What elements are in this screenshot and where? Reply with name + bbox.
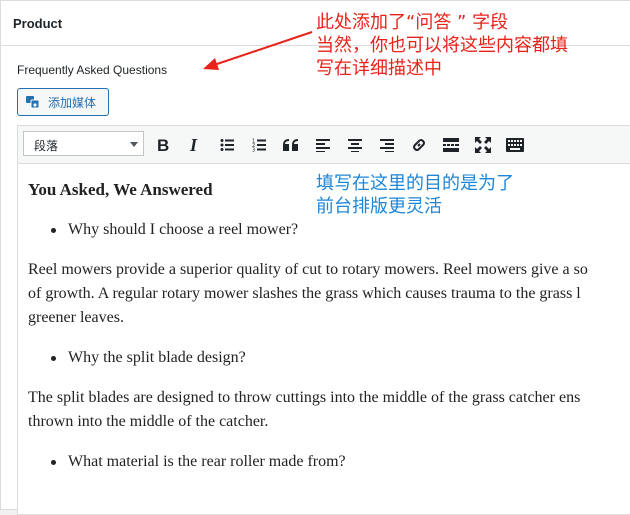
blue-annotation-line1: 填写在这里的目的是为了 — [316, 173, 514, 194]
panel-title: Product — [13, 16, 63, 31]
faq-answer-1-line2: of growth. A regular rotary mower slashe… — [28, 285, 581, 302]
svg-text:I: I — [189, 137, 198, 153]
svg-text:3: 3 — [252, 148, 255, 153]
toolbar-toggle-icon[interactable] — [504, 134, 526, 156]
bullet-list-icon[interactable] — [216, 134, 238, 156]
editor-toolbar: 段落 B I 123 — [18, 126, 630, 164]
chevron-down-icon — [130, 142, 138, 147]
bold-icon[interactable]: B — [152, 134, 174, 156]
faq-question-1: Why should I choose a reel mower? — [28, 218, 628, 242]
faq-answer-2-line2: thrown into the middle of the catcher. — [28, 413, 269, 430]
svg-text:B: B — [157, 137, 169, 153]
faq-field-label: Frequently Asked Questions — [17, 63, 168, 77]
faq-answer-1-line3: greener leaves. — [28, 309, 124, 326]
link-icon[interactable] — [408, 134, 430, 156]
read-more-icon[interactable] — [440, 134, 462, 156]
align-right-icon[interactable] — [376, 134, 398, 156]
blue-annotation-line2: 前台排版更灵活 — [316, 196, 442, 217]
faq-answer-1-line1: Reel mowers provide a superior quality o… — [28, 261, 588, 278]
align-left-icon[interactable] — [312, 134, 334, 156]
faq-answer-2-line1: The split blades are designed to throw c… — [28, 389, 581, 406]
align-center-icon[interactable] — [344, 134, 366, 156]
red-annotation-line2: 当然，你也可以将这些内容都填 — [316, 35, 568, 56]
faq-question-3: What material is the rear roller made fr… — [28, 450, 628, 474]
red-annotation-line3: 写在详细描述中 — [316, 58, 442, 79]
faq-question-2: Why the split blade design? — [28, 346, 628, 370]
italic-icon[interactable]: I — [184, 134, 206, 156]
paragraph-format-select[interactable]: 段落 — [23, 131, 144, 156]
add-media-label: 添加媒体 — [48, 95, 97, 110]
format-select-value: 段落 — [34, 139, 59, 153]
blockquote-icon[interactable] — [280, 134, 302, 156]
media-icon — [25, 94, 41, 110]
fullscreen-icon[interactable] — [472, 134, 494, 156]
annotation-arrow-icon — [203, 31, 313, 70]
numbered-list-icon[interactable]: 123 — [248, 134, 270, 156]
red-annotation-line1: 此处添加了“问答 ” 字段 — [316, 12, 509, 33]
blue-annotation: 填写在这里的目的是为了 前台排版更灵活 — [316, 172, 514, 218]
add-media-button[interactable]: 添加媒体 — [17, 88, 109, 116]
editor-content[interactable]: You Asked, We Answered Why should I choo… — [28, 178, 628, 474]
red-annotation: 此处添加了“问答 ” 字段 当然，你也可以将这些内容都填 写在详细描述中 — [316, 11, 568, 80]
